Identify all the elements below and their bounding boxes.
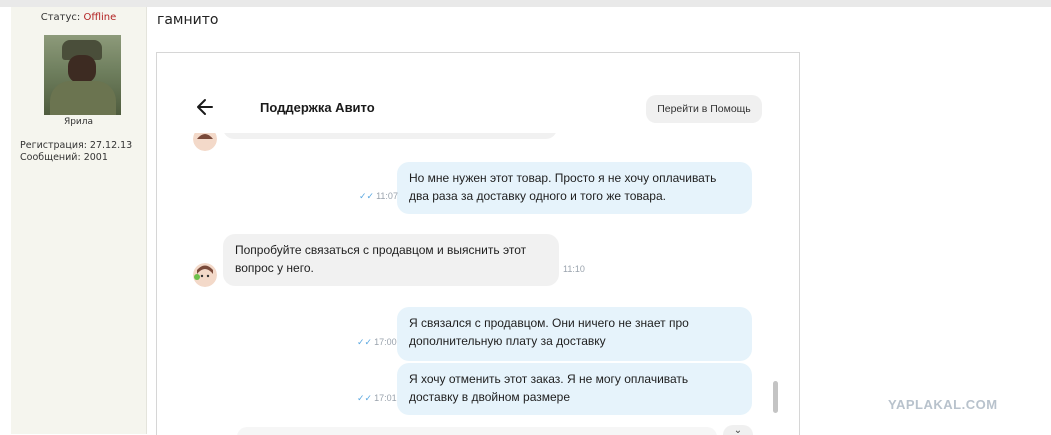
message-time: ✓✓ 17:01 [357, 393, 397, 403]
agent-avatar-icon [193, 263, 217, 287]
message-time: ✓✓ 11:07 [359, 191, 398, 201]
message-bubble: Попробуйте связаться с продавцом и выясн… [223, 234, 559, 286]
message-time: 11:10 [563, 264, 585, 274]
user-status: Статус: Offline [11, 12, 146, 23]
scrollbar [773, 381, 778, 413]
back-arrow-icon [197, 99, 213, 115]
message-count: Сообщений: 2001 [20, 152, 108, 163]
read-ticks-icon: ✓✓ [359, 191, 375, 201]
top-bar [0, 0, 1051, 7]
status-label: Статус: [40, 12, 81, 23]
message-bubble: Но мне нужен этот товар. Просто я не хоч… [397, 162, 752, 214]
message-time: ✓✓ 17:00 [357, 337, 397, 347]
watermark: YAPLAKAL.COM [888, 397, 998, 412]
message-bubble: Я хочу отменить этот заказ. Я не могу оп… [397, 363, 752, 415]
status-value: Offline [83, 12, 117, 23]
agent-avatar-icon [193, 133, 217, 151]
go-to-help-button: Перейти в Помощь [646, 95, 762, 123]
chat-title: Поддержка Авито [260, 100, 375, 115]
avatar[interactable] [44, 35, 121, 115]
user-info-column: Статус: Offline Ярила Регистрация: 27.12… [11, 7, 147, 434]
embedded-screenshot[interactable]: Поддержка Авито Перейти в Помощь Но мне … [156, 52, 800, 435]
read-ticks-icon: ✓✓ [357, 393, 373, 403]
post-text: гамнито [157, 12, 219, 28]
read-ticks-icon: ✓✓ [357, 337, 373, 347]
partial-message [223, 133, 557, 139]
user-meta: Регистрация: 27.12.13 Сообщений: 2001 [20, 140, 132, 164]
username[interactable]: Ярила [11, 117, 146, 127]
message-bubble: Я связался с продавцом. Они ничего не зн… [397, 307, 752, 361]
registration-date: Регистрация: 27.12.13 [20, 140, 133, 151]
chat-messages: Но мне нужен этот товар. Просто я не хоч… [157, 133, 799, 435]
